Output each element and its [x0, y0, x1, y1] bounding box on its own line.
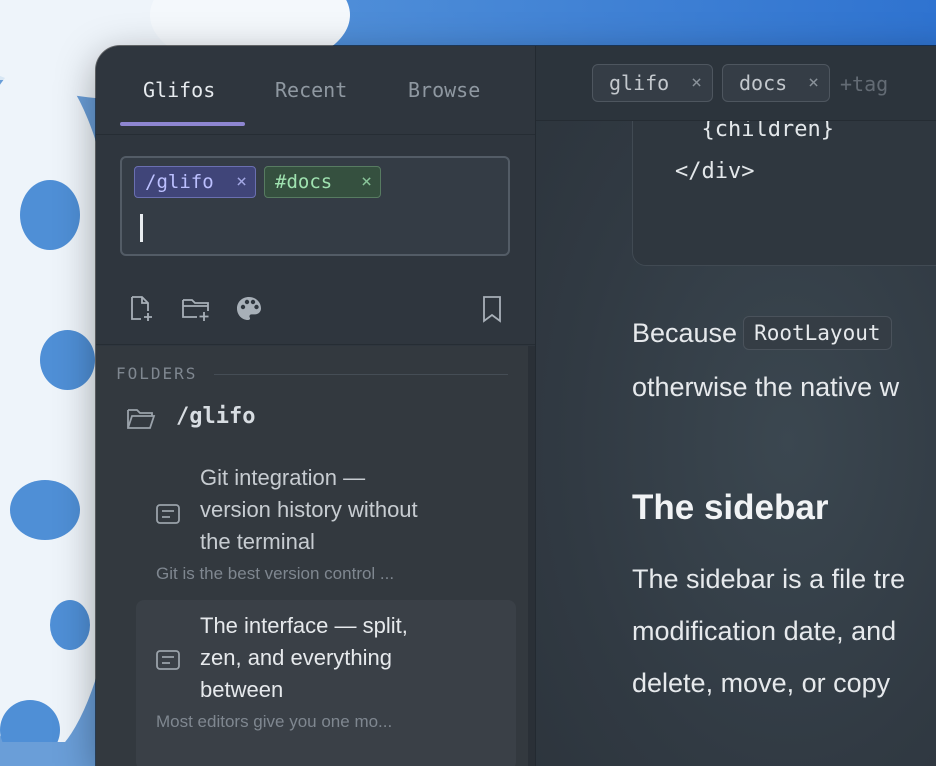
tab-recent[interactable]: Recent [275, 78, 347, 102]
file-tree: FOLDERS /glifo Git integration — version… [96, 346, 528, 766]
note-excerpt: Git is the best version control ... [156, 564, 395, 583]
folder-row[interactable]: /glifo [126, 402, 506, 438]
document-icon [156, 504, 180, 524]
note-tag-chip[interactable]: glifo × [592, 64, 713, 102]
remove-tag-icon[interactable]: × [691, 65, 702, 101]
folder-name: /glifo [176, 404, 256, 429]
inline-code: RootLayout [743, 316, 892, 350]
note-tag-bar: glifo × docs × +tag [536, 46, 936, 121]
paragraph: Because RootLayout [632, 316, 892, 350]
note-title: The interface — split, zen, and everythi… [200, 613, 408, 702]
section-label: FOLDERS [116, 364, 198, 383]
theme-button[interactable] [232, 292, 266, 326]
list-item-selected[interactable]: The interface — split, zen, and everythi… [136, 600, 516, 766]
tag-chip-label: /glifo [145, 171, 214, 193]
sidebar-tabs: Glifos Recent Browse [96, 46, 535, 135]
section-heading: The sidebar [632, 488, 829, 527]
sidebar-toolbar [96, 282, 535, 345]
bookmark-button[interactable] [475, 292, 509, 326]
paragraph-line: modification date, and [632, 616, 897, 646]
note-tag-chip[interactable]: docs × [722, 64, 830, 102]
divider [214, 374, 508, 375]
tag-label: glifo [609, 71, 670, 95]
code-line: </div> [675, 159, 755, 184]
active-tab-indicator [120, 122, 245, 126]
sidebar: Glifos Recent Browse /glifo × #docs × FO… [96, 46, 536, 766]
paragraph-line: The sidebar is a file tre [632, 564, 906, 594]
tag-filter-input[interactable]: /glifo × #docs × [120, 156, 510, 256]
paragraph-line: otherwise the native w [632, 372, 900, 402]
remove-tag-icon[interactable]: × [236, 167, 247, 197]
text-caret [140, 214, 143, 242]
note-title: Git integration — version history withou… [200, 465, 418, 554]
app-window: Glifos Recent Browse /glifo × #docs × FO… [96, 46, 936, 766]
folder-open-icon [127, 409, 156, 429]
scrollbar[interactable] [528, 346, 535, 766]
note-excerpt: Most editors give you one mo... [156, 712, 393, 731]
tab-glifos[interactable]: Glifos [143, 78, 215, 102]
new-folder-icon [182, 299, 209, 321]
paragraph-line: delete, move, or copy [632, 668, 891, 698]
tag-chip-hashtag[interactable]: #docs × [264, 166, 381, 198]
editor-pane: }}> {children} </div> glifo × docs × +ta… [536, 46, 936, 766]
new-note-button[interactable] [124, 292, 158, 326]
bookmark-icon [483, 296, 501, 323]
tab-browse[interactable]: Browse [408, 78, 480, 102]
list-item[interactable]: Git integration — version history withou… [96, 462, 528, 592]
new-folder-button[interactable] [179, 292, 213, 326]
tag-chip-folder[interactable]: /glifo × [134, 166, 256, 198]
new-note-icon [131, 296, 152, 321]
tag-label: docs [739, 71, 788, 95]
text-run: Because [632, 318, 738, 348]
tag-chip-label: #docs [275, 171, 333, 193]
add-tag-button[interactable]: +tag [840, 72, 888, 96]
document-icon [156, 650, 180, 670]
palette-icon [237, 297, 261, 320]
remove-tag-icon[interactable]: × [808, 65, 819, 101]
remove-tag-icon[interactable]: × [361, 167, 372, 197]
